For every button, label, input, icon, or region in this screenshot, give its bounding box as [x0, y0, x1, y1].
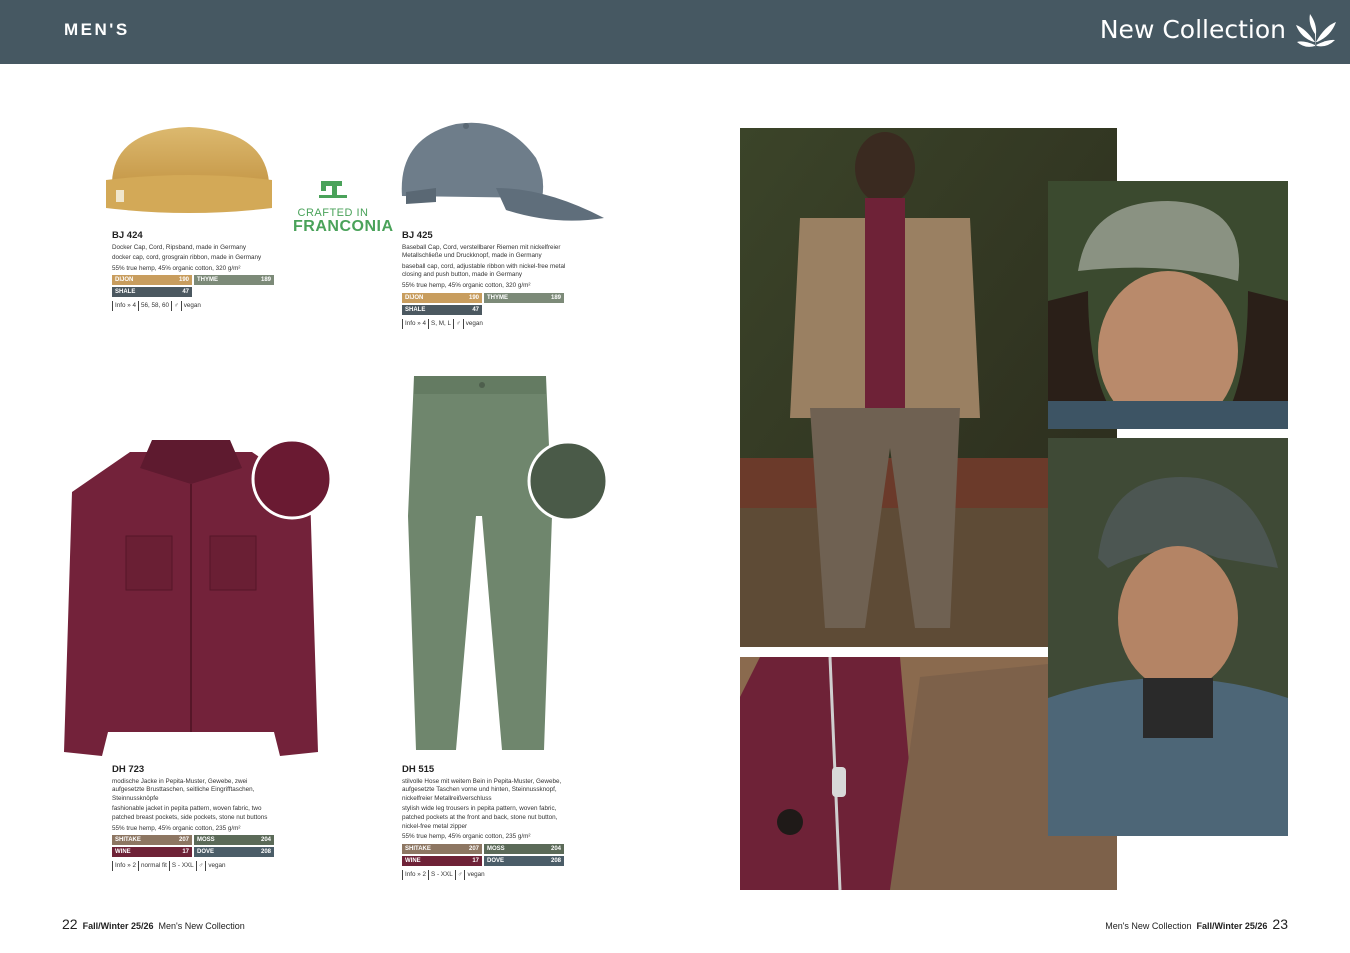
color-chip: DIJON 190: [112, 275, 192, 286]
description-en: fashionable jacket in pepita pattern, wo…: [112, 805, 268, 821]
baseball-cap-image: [401, 122, 604, 221]
footer-left: 22 Fall/Winter 25/26 Men's New Collectio…: [62, 916, 245, 932]
color-chip: DOVE 208: [194, 847, 274, 858]
size-range: 56, 58, 60: [138, 301, 171, 312]
description-de: stilvolle Hose mit weitem Bein in Pepita…: [402, 777, 562, 802]
color-chip: DOVE 208: [484, 855, 564, 866]
description-en: docker cap, cord, grosgrain ribbon, made…: [112, 254, 262, 262]
gender-icon: ♂: [171, 301, 181, 312]
page-number-left: 22: [62, 916, 78, 932]
collection-title: New Collection: [1099, 15, 1286, 44]
color-swatches: SHITAKE 207 MOSS 204 WINE 17 DOVE 208: [402, 843, 572, 866]
description-de: Baseball Cap, Cord, verstellbarer Riemen…: [402, 243, 561, 260]
collection-label: Men's New Collection: [158, 921, 245, 931]
material: 55% true hemp, 45% organic cotton, 320 g…: [402, 281, 531, 289]
badge-line-2: FRANCONIA: [293, 218, 394, 235]
color-swatches: SHITAKE 207 MOSS 204 WINE 17 DOVE 208: [112, 835, 280, 858]
product-bj424: BJ 424 Docker Cap, Cord, Ripsband, made …: [112, 230, 280, 312]
crafted-in-franconia-badge: CRAFTED IN FRANCONIA: [293, 178, 394, 235]
vegan-label: vegan: [180, 301, 203, 312]
product-dh515: DH 515 stilvolle Hose mit weitem Bein in…: [402, 764, 572, 880]
description-de: modische Jacke in Pepita-Muster, Gewebe,…: [112, 777, 255, 802]
info-line: Info » 2 normal fit S - XXL ♂ vegan: [112, 861, 280, 872]
sewing-machine-icon: [319, 181, 347, 198]
hemp-leaf-icon: [1296, 14, 1336, 48]
material: 55% true hemp, 45% organic cotton, 235 g…: [402, 833, 531, 841]
info-ref: Info » 2: [402, 869, 428, 880]
vegan-label: vegan: [205, 861, 227, 872]
color-chip: THYME 189: [194, 275, 274, 286]
trousers-image: [408, 376, 552, 750]
product-dh723: DH 723 modische Jacke in Pepita-Muster, …: [112, 764, 280, 872]
color-chip: WINE 17: [402, 855, 482, 866]
model-beanie-portrait-photo: [1048, 181, 1288, 429]
season-label: Fall/Winter 25/26: [1196, 921, 1268, 931]
season-label: Fall/Winter 25/26: [82, 921, 154, 931]
color-swatches: DIJON 190 THYME 189 SHALE 47: [402, 292, 582, 315]
color-chip: WINE 17: [112, 847, 192, 858]
color-chip: SHALE 47: [112, 287, 192, 298]
product-bj425: BJ 425 Baseball Cap, Cord, verstellbarer…: [402, 230, 582, 329]
model-cap-portrait-photo: [1048, 438, 1288, 836]
jacket-fabric-swatch: [251, 438, 333, 520]
material: 55% true hemp, 45% organic cotton, 235 g…: [112, 824, 241, 832]
info-line: Info » 4 56, 58, 60 ♂ vegan: [112, 301, 280, 312]
color-chip: THYME 189: [484, 292, 564, 303]
color-chip: MOSS 204: [194, 835, 274, 846]
info-ref: Info » 4: [112, 301, 138, 312]
info-ref: Info » 4: [402, 318, 428, 329]
info-ref: Info » 2: [112, 861, 138, 872]
fit-label: normal fit: [138, 861, 169, 872]
size-range: S - XXL: [428, 869, 455, 880]
color-chip: DIJON 190: [402, 292, 482, 303]
vegan-label: vegan: [464, 869, 486, 880]
trousers-fabric-swatch: [527, 440, 609, 522]
product-code: BJ 424: [112, 230, 143, 241]
color-chip: MOSS 204: [484, 843, 564, 854]
material: 55% true hemp, 45% organic cotton, 320 g…: [112, 264, 241, 272]
gender-icon: ♂: [195, 861, 206, 872]
info-line: Info » 2 S - XXL ♂ vegan: [402, 869, 572, 880]
color-chip: SHITAKE 207: [402, 843, 482, 854]
description-en: baseball cap, cord, adjustable ribbon wi…: [402, 262, 566, 279]
color-chip: SHITAKE 207: [112, 835, 192, 846]
page-number-right: 23: [1272, 916, 1288, 932]
collection-label: Men's New Collection: [1105, 921, 1192, 931]
header-bar: MEN'S New Collection: [0, 0, 1350, 64]
color-swatches: DIJON 190 THYME 189 SHALE 47: [112, 275, 280, 298]
color-chip: SHALE 47: [402, 304, 482, 315]
docker-cap-image: [106, 127, 272, 213]
size-range: S - XXL: [168, 861, 196, 872]
section-title: MEN'S: [64, 20, 130, 39]
footer-right: Men's New Collection Fall/Winter 25/26 2…: [1105, 916, 1288, 932]
vegan-label: vegan: [462, 318, 485, 329]
info-line: Info » 4 S, M, L ♂ vegan: [402, 318, 582, 329]
description-de: Docker Cap, Cord, Ripsband, made in Germ…: [112, 243, 247, 251]
description-en: stylish wide leg trousers in pepita patt…: [402, 805, 558, 830]
gender-icon: ♂: [452, 318, 463, 329]
product-code: DH 723: [112, 764, 145, 775]
gender-icon: ♂: [454, 869, 465, 880]
product-code: DH 515: [402, 764, 435, 775]
product-code: BJ 425: [402, 230, 433, 241]
size-range: S, M, L: [428, 318, 453, 329]
